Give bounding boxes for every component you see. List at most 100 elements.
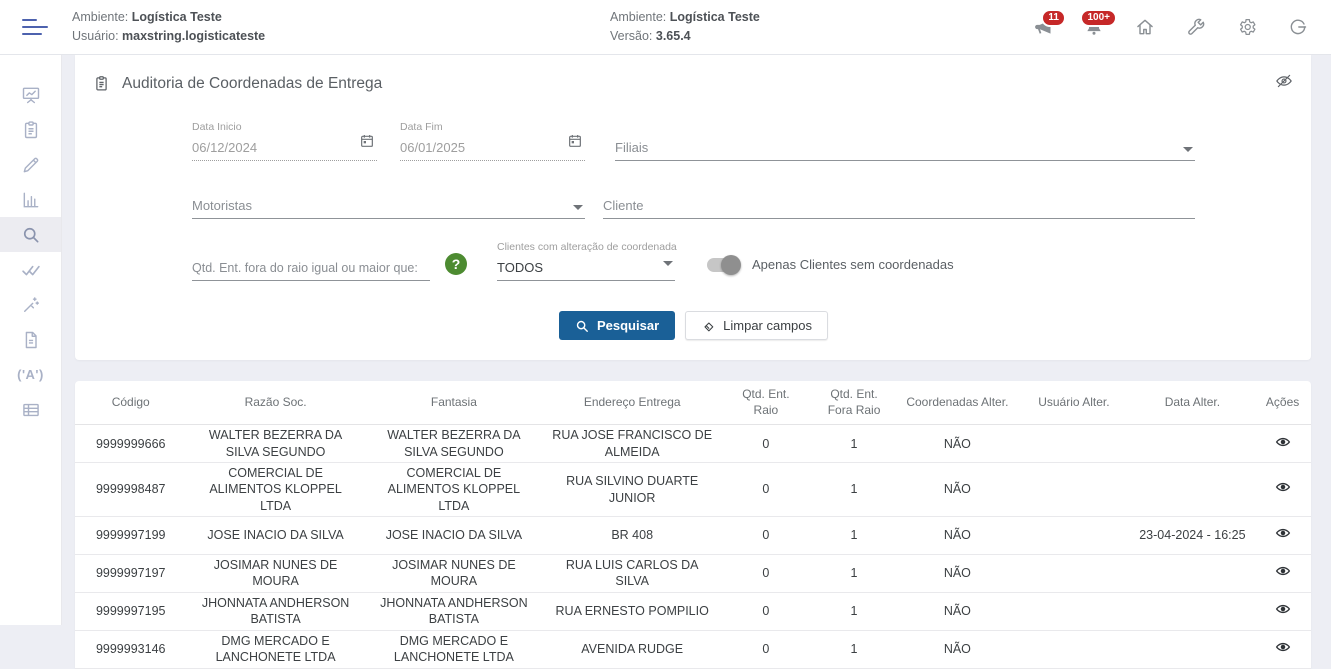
cell-data-alter <box>1131 463 1255 517</box>
view-details-eye-icon[interactable] <box>1275 479 1291 495</box>
notifications-badge: 100+ <box>1080 9 1117 27</box>
cell-data-alter <box>1131 554 1255 592</box>
motoristas-select[interactable]: Motoristas <box>192 177 585 219</box>
col-razao: Razão Soc. <box>186 381 364 425</box>
sidebar-item-table[interactable] <box>0 392 61 427</box>
pesquisar-button[interactable]: Pesquisar <box>559 311 675 340</box>
sidebar-item-bar-chart[interactable] <box>0 182 61 217</box>
data-inicio-field[interactable]: Data Inicio 06/12/2024 <box>192 119 377 161</box>
bar-chart-icon <box>21 190 41 210</box>
cell-usuario <box>1017 425 1130 463</box>
chevron-down-icon <box>1183 147 1193 152</box>
magic-wand-icon <box>21 295 41 315</box>
cell-qtd-fora: 1 <box>810 425 897 463</box>
cell-qtd-fora: 1 <box>810 630 897 668</box>
limpar-campos-button[interactable]: Limpar campos <box>685 311 828 340</box>
table-row: 9999997199 JOSE INACIO DA SILVA JOSE INA… <box>75 516 1311 554</box>
bell-icon[interactable]: 100+ <box>1083 16 1105 38</box>
search-icon <box>21 225 41 245</box>
cliente-field[interactable] <box>603 177 1195 219</box>
data-fim-field[interactable]: Data Fim 06/01/2025 <box>400 119 585 161</box>
motoristas-placeholder: Motoristas <box>192 198 252 213</box>
environment-version-info: Ambiente: Logística Teste Versão: 3.65.4 <box>610 8 760 47</box>
pencil-icon <box>21 155 41 175</box>
cell-endereco: RUA SILVINO DUARTE JUNIOR <box>543 463 721 517</box>
cell-codigo: 9999998487 <box>75 463 186 517</box>
qtd-ent-field[interactable] <box>192 239 430 281</box>
sidebar-item-document[interactable] <box>0 322 61 357</box>
double-check-icon <box>21 260 41 280</box>
sidebar-item-clipboard[interactable] <box>0 112 61 147</box>
clientes-alteracao-select[interactable]: Clientes com alteração de coordenada TOD… <box>497 239 675 281</box>
cell-coordenadas: NÃO <box>898 425 1018 463</box>
gear-icon[interactable] <box>1236 16 1258 38</box>
megaphone-icon[interactable]: 11 <box>1032 16 1054 38</box>
col-endereco: Endereço Entrega <box>543 381 721 425</box>
cell-codigo: 9999999666 <box>75 425 186 463</box>
table-header-row: Código Razão Soc. Fantasia Endereço Entr… <box>75 381 1311 425</box>
logout-icon[interactable] <box>1287 16 1309 38</box>
cell-qtd-raio: 0 <box>721 554 810 592</box>
cell-endereco: AVENIDA RUDGE <box>543 630 721 668</box>
col-data-alter: Data Alter. <box>1131 381 1255 425</box>
eraser-icon <box>701 319 715 333</box>
chevron-down-icon <box>573 205 583 210</box>
col-fantasia: Fantasia <box>365 381 543 425</box>
sidebar-item-pencil[interactable] <box>0 147 61 182</box>
sidebar-item-magic-wand[interactable] <box>0 287 61 322</box>
sidebar-item-translate[interactable]: ('A') <box>0 357 61 392</box>
cell-codigo: 9999993146 <box>75 630 186 668</box>
data-inicio-label: Data Inicio <box>192 121 242 133</box>
sidebar-item-double-check[interactable] <box>0 252 61 287</box>
cell-codigo: 9999997197 <box>75 554 186 592</box>
sidebar-item-search[interactable] <box>0 217 61 252</box>
table-row: 9999997197 JOSIMAR NUNES DE MOURA JOSIMA… <box>75 554 1311 592</box>
versao-value: 3.65.4 <box>656 29 691 43</box>
view-details-eye-icon[interactable] <box>1275 563 1291 579</box>
cell-razao: COMERCIAL DE ALIMENTOS KLOPPEL LTDA <box>186 463 364 517</box>
wrench-icon[interactable] <box>1185 16 1207 38</box>
data-fim-value: 06/01/2025 <box>400 140 465 155</box>
table-row: 9999993146 DMG MERCADO E LANCHONETE LTDA… <box>75 630 1311 668</box>
cell-usuario <box>1017 463 1130 517</box>
filters-card: Auditoria de Coordenadas de Entrega Data… <box>75 55 1311 360</box>
cell-endereco: BR 408 <box>543 516 721 554</box>
eye-slash-icon[interactable] <box>1275 72 1293 95</box>
table-row: 9999998487 COMERCIAL DE ALIMENTOS KLOPPE… <box>75 463 1311 517</box>
cell-qtd-fora: 1 <box>810 463 897 517</box>
cell-fantasia: JOSIMAR NUNES DE MOURA <box>365 554 543 592</box>
clipboard-title-icon <box>93 75 110 92</box>
cliente-input[interactable] <box>603 198 1195 213</box>
cell-qtd-raio: 0 <box>721 425 810 463</box>
sidebar-item-presentation-chart[interactable] <box>0 77 61 112</box>
calendar-icon[interactable] <box>567 133 583 154</box>
clientes-alteracao-value: TODOS <box>497 260 543 275</box>
view-details-eye-icon[interactable] <box>1275 601 1291 617</box>
cell-codigo: 9999997199 <box>75 516 186 554</box>
search-icon <box>575 319 589 333</box>
cell-acoes <box>1254 554 1311 592</box>
question-mark-icon[interactable]: ? <box>445 253 467 275</box>
hamburger-menu-icon[interactable] <box>22 19 50 35</box>
view-details-eye-icon[interactable] <box>1275 639 1291 655</box>
usuario-label: Usuário: <box>72 29 119 43</box>
cell-qtd-raio: 0 <box>721 516 810 554</box>
cell-qtd-raio: 0 <box>721 630 810 668</box>
cell-coordenadas: NÃO <box>898 630 1018 668</box>
cell-endereco: RUA JOSE FRANCISCO DE ALMEIDA <box>543 425 721 463</box>
view-details-eye-icon[interactable] <box>1275 434 1291 450</box>
environment-user-info: Ambiente: Logística Teste Usuário: maxst… <box>72 8 265 47</box>
home-icon[interactable] <box>1134 16 1156 38</box>
cell-acoes <box>1254 463 1311 517</box>
ambiente-label: Ambiente: <box>72 10 128 24</box>
col-codigo: Código <box>75 381 186 425</box>
presentation-chart-icon <box>21 85 41 105</box>
sem-coordenadas-toggle[interactable] <box>707 258 740 272</box>
cell-data-alter <box>1131 630 1255 668</box>
cell-fantasia: DMG MERCADO E LANCHONETE LTDA <box>365 630 543 668</box>
qtd-ent-input[interactable] <box>192 261 430 275</box>
view-details-eye-icon[interactable] <box>1275 525 1291 541</box>
filiais-select[interactable]: Filiais <box>615 119 1195 161</box>
calendar-icon[interactable] <box>359 133 375 154</box>
col-usuario: Usuário Alter. <box>1017 381 1130 425</box>
